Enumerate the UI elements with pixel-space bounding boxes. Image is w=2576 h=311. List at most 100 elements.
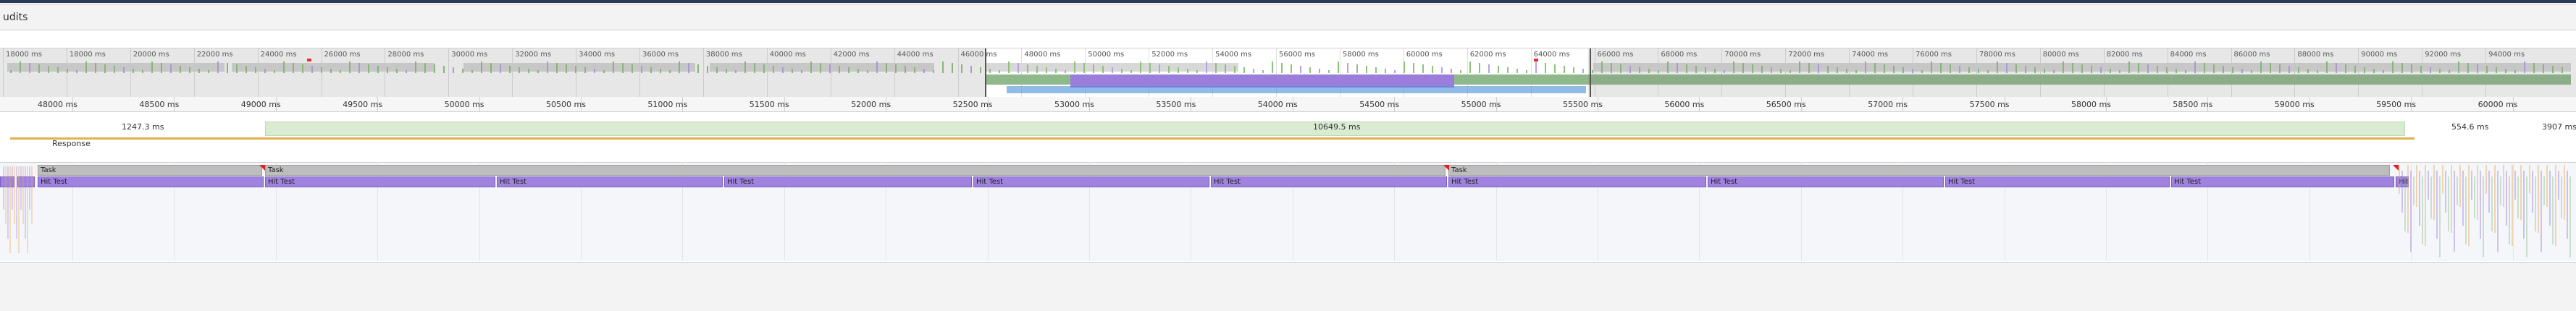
flamechart-event-mark [25,166,26,239]
ruler-tick-label: 55000 ms [1461,100,1501,109]
flamechart-event-mark [2523,171,2525,239]
flamechart-event-mark [2483,176,2484,257]
ruler-tick-label: 52000 ms [851,100,891,109]
hit-test-bar[interactable]: Hit Test [1945,176,2170,187]
hit-test-bar[interactable]: Hit Test [724,176,972,187]
interactions-track: 1247.3 ms 10649.5 ms 554.6 ms 3907 ms Re… [0,120,2576,149]
hit-test-bar[interactable]: Hit Test [2171,176,2394,187]
ruler-tick-label: 51000 ms [647,100,688,109]
flamechart-event-mark [2561,176,2562,218]
flamechart-event-mark [2535,176,2536,231]
flamechart-event-mark [2433,165,2435,220]
response-line [10,137,2415,140]
flamechart-event-mark [2567,171,2568,239]
hit-test-bar[interactable]: Hit Test [1708,176,1944,187]
ruler-tick-label: 58500 ms [2173,100,2213,109]
flamechart-event-mark [2468,165,2470,246]
ruler-tick-label: 59500 ms [2376,100,2417,109]
hit-test-bar[interactable]: Hit Test [38,176,264,187]
flamechart-event-mark [2416,165,2417,207]
ruler-tick-label: 49000 ms [240,100,281,109]
ruler-tick-label: 55500 ms [1563,100,1603,109]
flamechart-event-mark [3,166,4,210]
hit-test-bar[interactable]: Hit Test [265,176,495,187]
flamechart-event-mark [2462,171,2464,226]
overview-dimmed-left [0,48,985,98]
details-pane [0,262,2576,311]
overview-selection-window[interactable] [985,48,1591,98]
flamechart-event-mark [2401,171,2403,213]
flamechart-event-mark [2439,176,2441,257]
flamechart-event-mark [2520,165,2522,220]
hit-test-bar[interactable]: Hit Test [497,176,723,187]
flamechart-event-mark [2410,171,2412,252]
ruler-tick-label: 49500 ms [343,100,383,109]
flamechart-event-mark [2448,176,2449,231]
flamechart-event-mark [2471,171,2472,200]
flamechart-event-mark [2517,176,2519,218]
flamechart-event-mark [2569,176,2571,257]
ruler-tick-label: 54000 ms [1257,100,1298,109]
flamechart-event-mark [2509,176,2510,244]
flamechart-event-mark [7,166,9,239]
flamechart-event-mark [2503,165,2504,207]
flamechart-event-mark [2497,171,2499,252]
timeline-overview[interactable]: 18000 ms 18000 ms 20000 ms 22000 ms 24000 ms… [0,48,2576,98]
ruler-tick-label: 56000 ms [1664,100,1705,109]
flamechart-event-mark [16,166,17,239]
flamechart-event-mark [2532,171,2533,213]
task-bar[interactable]: Task [38,165,262,176]
overview-dimmed-right [1588,48,2576,98]
flamechart-event-mark [2399,165,2400,194]
long-task-flag [2393,165,2399,171]
flamechart-event-mark [2404,176,2406,231]
hit-test-bar[interactable]: Hit Test [1448,176,1706,187]
task-bar[interactable]: Task [1448,165,2390,176]
flamechart-event-mark [2459,165,2461,207]
flamechart-event-mark [2552,176,2554,244]
flamechart-event-mark [14,166,15,224]
tab-audits[interactable]: udits [3,12,28,23]
interaction-duration-2: 10649.5 ms [1313,122,1361,132]
time-ruler: 48000 ms 48500 ms 49000 ms 49500 ms 50000 ms… [0,97,2576,112]
hit-test-bar[interactable]: Hit Test [1211,176,1447,187]
flamechart-event-mark [2546,165,2548,207]
ruler-tick-label: 48000 ms [38,100,77,109]
flamechart-event-mark [2538,165,2539,233]
flamechart-event-mark [2500,176,2501,205]
flamechart-event-mark [2422,176,2423,244]
flamechart-event-mark [2549,171,2551,226]
flamechart-event-mark [2442,165,2443,194]
flamechart-event-mark [2480,171,2481,239]
ruler-tick-label: 57500 ms [1969,100,2010,109]
flamechart-event-mark [2425,165,2426,246]
ruler-tick-label: 48500 ms [139,100,180,109]
interaction-duration-1: 1247.3 ms [122,122,164,132]
overview-long-task-marker [1534,59,1538,61]
flamechart-event-mark [22,166,24,224]
hit-test-bar[interactable]: Hit Test [973,176,1209,187]
flamechart-event-mark [2474,176,2475,218]
ruler-tick-label: 52500 ms [952,100,993,109]
flamechart-event-mark [2564,165,2565,220]
ruler-tick-label: 60000 ms [2478,100,2518,109]
flamechart-event-mark [18,166,20,253]
flamechart-event-mark [2485,165,2487,194]
task-bar[interactable]: Task [265,165,1446,176]
ruler-tick-label: 53500 ms [1156,100,1196,109]
flamechart-event-mark [2445,171,2446,213]
flamechart-event-mark [2488,171,2490,213]
flamechart-event-mark [2512,165,2513,246]
flamechart-event-mark [2558,171,2559,200]
ruler-tick-label: 51500 ms [749,100,789,109]
ruler-tick-label: 50500 ms [546,100,586,109]
flamechart-event-mark [2430,176,2432,218]
panel-tab-bar: udits [0,5,2576,30]
ruler-tick-label: 58000 ms [2071,100,2111,109]
flamechart-event-mark [2543,176,2545,205]
flamechart-event-mark [2506,171,2507,226]
long-task-flag [1443,165,1449,171]
long-task-flag [259,165,265,171]
flamechart-event-mark [2491,176,2493,231]
flamechart-event-mark [2428,171,2429,200]
